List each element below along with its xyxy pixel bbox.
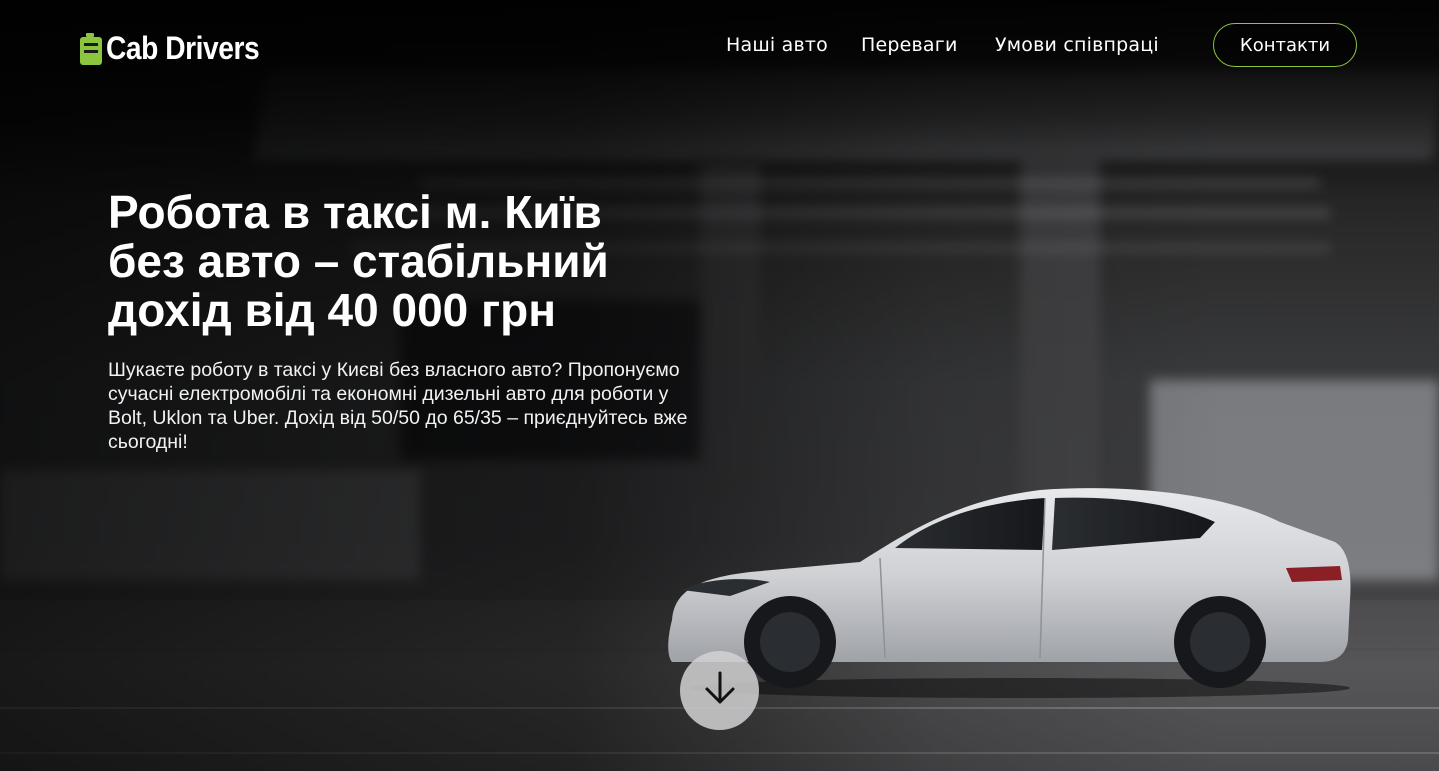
nav-item-advantages[interactable]: Переваги bbox=[861, 34, 958, 56]
logo-text: Cab Drivers bbox=[106, 30, 260, 66]
contacts-button[interactable]: Контакти bbox=[1213, 23, 1357, 67]
hero-description: Шукаєте роботу в таксі у Києві без власн… bbox=[108, 359, 688, 453]
arrow-down-icon bbox=[703, 670, 737, 711]
nav-item-terms[interactable]: Умови співпраці bbox=[995, 34, 1159, 56]
nav-item-our-cars[interactable]: Наші авто bbox=[726, 34, 828, 56]
scroll-down-button[interactable] bbox=[680, 651, 759, 730]
logo[interactable]: Cab Drivers bbox=[80, 30, 280, 67]
hero-title: Робота в таксі м. Київ без авто – стабіл… bbox=[108, 186, 609, 336]
battery-logo-icon bbox=[80, 32, 102, 65]
car-image bbox=[660, 470, 1360, 700]
site-header: Cab Drivers Наші авто Переваги Умови спі… bbox=[0, 0, 1439, 92]
